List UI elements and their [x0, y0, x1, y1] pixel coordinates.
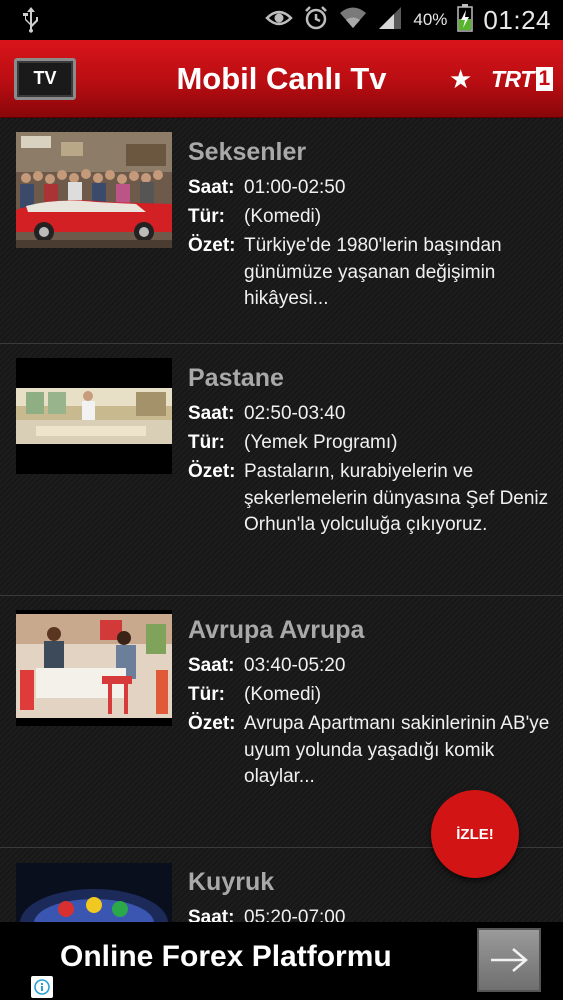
info-icon[interactable]: [31, 976, 53, 998]
program-thumbnail: [16, 358, 172, 474]
star-icon[interactable]: ★: [449, 64, 472, 95]
list-item[interactable]: Seksenler Saat: 01:00-02:50 Tür: (Komedi) …: [0, 118, 563, 344]
usb-icon: [22, 7, 40, 38]
status-bar: 40% 01:24: [0, 0, 563, 40]
program-title: Pastane: [188, 364, 284, 392]
time-label: Saat:: [188, 403, 235, 424]
ad-banner[interactable]: Online Forex Platformu: [0, 922, 563, 1000]
time-value: 01:00-02:50: [244, 177, 346, 198]
app-header: TV Mobil Canlı Tv ★ TRT 1: [0, 40, 563, 118]
genre-value: (Komedi): [244, 684, 322, 705]
summary-label: Özet:: [188, 235, 236, 256]
genre-label: Tür:: [188, 684, 225, 705]
alarm-icon: [303, 5, 329, 36]
battery-percent: 40%: [413, 10, 448, 29]
wifi-icon: [339, 6, 367, 35]
genre-label: Tür:: [188, 432, 225, 453]
program-title: Avrupa Avrupa: [188, 616, 365, 644]
page-title: Mobil Canlı Tv: [176, 61, 387, 96]
time-value: 05:20-07:00: [244, 907, 346, 922]
summary-value: Türkiye'de 1980'lerin başından günümüze …: [244, 235, 502, 309]
time-value: 02:50-03:40: [244, 403, 346, 424]
channel-logo-text: TRT: [491, 65, 534, 92]
time-label: Saat:: [188, 655, 235, 676]
program-title: Kuyruk: [188, 868, 275, 896]
program-info: Kuyruk Saat: 05:20-07:00: [188, 868, 553, 922]
channel-logo-number: 1: [535, 67, 553, 91]
summary-value: Avrupa Apartmanı sakinlerinin AB'ye uyum…: [244, 713, 550, 787]
genre-value: (Komedi): [244, 206, 322, 227]
summary-label: Özet:: [188, 461, 236, 482]
program-thumbnail: [16, 132, 172, 248]
clock: 01:24: [483, 4, 551, 35]
summary-value: Pastaların, kurabiyelerin ve şekerlemele…: [244, 461, 549, 535]
list-item[interactable]: Pastane Saat: 02:50-03:40 Tür: (Yemek Prog…: [0, 344, 563, 596]
summary-label: Özet:: [188, 713, 236, 734]
program-info: Pastane Saat: 02:50-03:40 Tür: (Yemek Prog…: [188, 364, 553, 539]
program-info: Seksenler Saat: 01:00-02:50 Tür: (Komedi) …: [188, 138, 553, 313]
program-title: Seksenler: [188, 138, 307, 166]
program-info: Avrupa Avrupa Saat: 03:40-05:20 Tür: (Kome…: [188, 616, 553, 791]
ad-content[interactable]: Online Forex Platformu: [30, 922, 541, 1000]
channel-logo[interactable]: TRT 1: [491, 66, 553, 92]
signal-icon: [377, 5, 403, 36]
genre-value: (Yemek Programı): [244, 432, 398, 453]
battery-icon: [457, 3, 474, 37]
program-thumbnail: [16, 610, 172, 726]
arrow-right-icon[interactable]: [477, 928, 541, 992]
time-label: Saat:: [188, 177, 235, 198]
program-thumbnail: [16, 863, 172, 922]
watch-button[interactable]: İZLE!: [431, 790, 519, 878]
eye-icon: [265, 8, 294, 33]
time-value: 03:40-05:20: [244, 655, 346, 676]
genre-label: Tür:: [188, 206, 225, 227]
ad-text[interactable]: Online Forex Platformu: [60, 940, 392, 974]
time-label: Saat:: [188, 907, 235, 922]
